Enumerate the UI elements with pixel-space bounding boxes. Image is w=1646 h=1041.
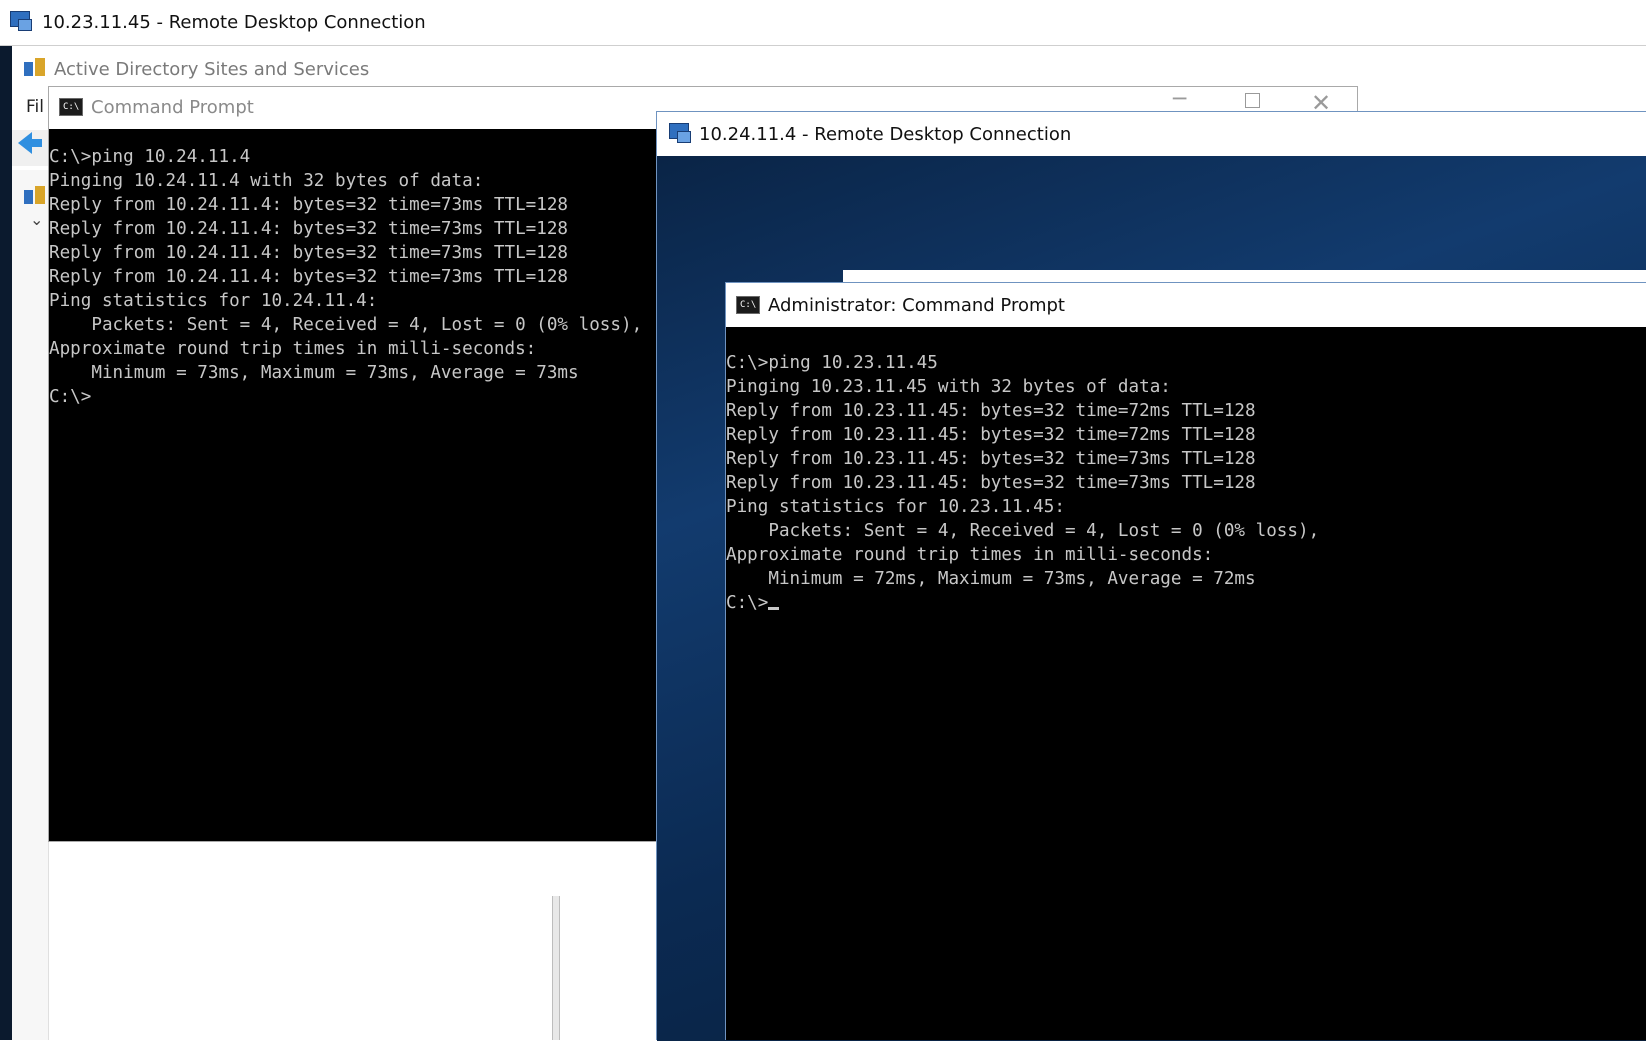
console-line: Approximate round trip times in milli-se… — [49, 339, 537, 359]
console-line: Reply from 10.23.11.45: bytes=32 time=72… — [726, 401, 1256, 421]
outer-window-title: 10.23.11.45 - Remote Desktop Connection — [42, 12, 426, 33]
tree-node-icon[interactable] — [24, 186, 46, 206]
inner-rdp-title: 10.24.11.4 - Remote Desktop Connection — [699, 124, 1072, 145]
minimize-button[interactable]: ─ — [1173, 87, 1186, 112]
cmd2-title: Administrator: Command Prompt — [768, 295, 1065, 316]
back-arrow-tail — [30, 139, 42, 147]
remote-desktop-icon — [669, 123, 691, 145]
remote-desktop-edge — [0, 46, 12, 1040]
console-line: Approximate round trip times in milli-se… — [726, 545, 1214, 565]
pane-splitter[interactable] — [552, 896, 560, 1040]
console-line: Reply from 10.23.11.45: bytes=32 time=72… — [726, 425, 1256, 445]
console-line: C:\>ping 10.24.11.4 — [49, 147, 251, 167]
console-line: Reply from 10.23.11.45: bytes=32 time=73… — [726, 473, 1256, 493]
admin-command-prompt-window[interactable]: C:\ Administrator: Command Prompt C:\>pi… — [725, 282, 1646, 1040]
cmd1-console-output[interactable]: C:\>ping 10.24.11.4 Pinging 10.24.11.4 wi… — [49, 145, 689, 409]
ad-sites-icon — [24, 58, 46, 78]
cmd-icon: C:\ — [736, 296, 760, 314]
console-line: Ping statistics for 10.24.11.4: — [49, 291, 378, 311]
cmd2-console-output[interactable]: C:\>ping 10.23.11.45 Pinging 10.23.11.45 … — [726, 351, 1641, 615]
ad-tree-pane[interactable] — [12, 170, 49, 1040]
console-prompt-line[interactable]: C:\> — [726, 591, 1641, 615]
chevron-down-icon[interactable]: ⌄ — [30, 210, 43, 229]
console-line: Reply from 10.24.11.4: bytes=32 time=73m… — [49, 219, 569, 239]
inner-rdp-titlebar[interactable]: 10.24.11.4 - Remote Desktop Connection — [657, 112, 1646, 156]
console-line: Reply from 10.24.11.4: bytes=32 time=73m… — [49, 243, 569, 263]
ad-window-title: Active Directory Sites and Services — [54, 59, 370, 80]
menu-file[interactable]: Fil — [26, 97, 44, 117]
text-cursor — [768, 607, 780, 610]
cmd2-titlebar[interactable]: C:\ Administrator: Command Prompt — [726, 283, 1646, 327]
console-line: Minimum = 72ms, Maximum = 73ms, Average … — [726, 569, 1256, 589]
console-line: Reply from 10.24.11.4: bytes=32 time=73m… — [49, 267, 569, 287]
maximize-button[interactable] — [1245, 93, 1260, 108]
console-line: Packets: Sent = 4, Received = 4, Lost = … — [49, 315, 643, 335]
console-line: Minimum = 73ms, Maximum = 73ms, Average … — [49, 363, 579, 383]
console-line: C:\> — [49, 387, 92, 407]
console-line: Reply from 10.24.11.4: bytes=32 time=73m… — [49, 195, 569, 215]
outer-rdp-titlebar[interactable]: 10.23.11.45 - Remote Desktop Connection — [0, 0, 1646, 46]
cmd-icon: C:\ — [59, 98, 83, 116]
remote-desktop-icon — [10, 11, 32, 33]
console-line: Packets: Sent = 4, Received = 4, Lost = … — [726, 521, 1320, 541]
console-line: Reply from 10.23.11.45: bytes=32 time=73… — [726, 449, 1256, 469]
cmd1-title: Command Prompt — [91, 97, 254, 118]
console-line: Pinging 10.23.11.45 with 32 bytes of dat… — [726, 377, 1171, 397]
console-line: C:\> — [726, 593, 769, 613]
background-window-edge — [843, 270, 1646, 282]
console-line: Pinging 10.24.11.4 with 32 bytes of data… — [49, 171, 484, 191]
console-line: Ping statistics for 10.23.11.45: — [726, 497, 1065, 517]
console-line: C:\>ping 10.23.11.45 — [726, 353, 938, 373]
